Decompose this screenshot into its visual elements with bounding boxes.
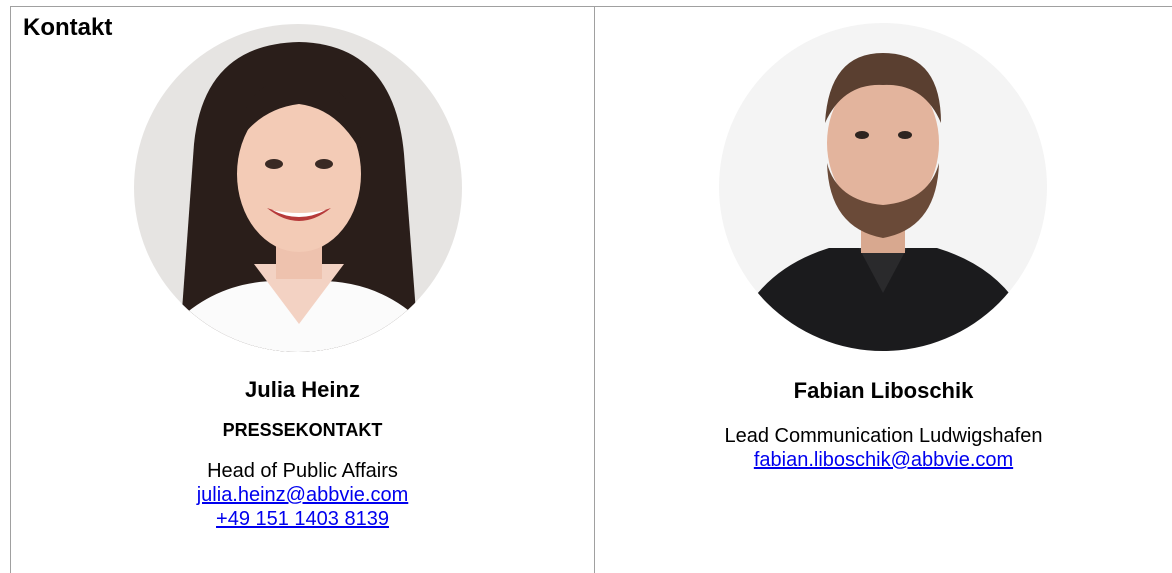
contact-name: Fabian Liboschik <box>793 378 974 403</box>
press-contact-label: PRESSEKONTAKT <box>222 420 383 440</box>
contact-title: Head of Public Affairs <box>207 460 398 482</box>
email-link[interactable]: julia.heinz@abbvie.com <box>197 483 409 507</box>
contact-table: Kontakt Julia Heinz PRESSEKONTAKT Head o… <box>0 0 1172 573</box>
contact-card-fabian: Fabian Liboschik Lead Communication Ludw… <box>595 6 1172 573</box>
portrait-woman-image <box>134 24 462 352</box>
contact-title: Lead Communication Ludwigshafen <box>724 425 1043 447</box>
contact-info-fabian: Fabian Liboschik Lead Communication Ludw… <box>595 378 1172 472</box>
email-link[interactable]: fabian.liboschik@abbvie.com <box>754 448 1013 472</box>
phone-link[interactable]: +49 151 1403 8139 <box>216 507 389 531</box>
contact-photo <box>719 23 1047 351</box>
contact-info-julia: Julia Heinz PRESSEKONTAKT Head of Public… <box>11 377 594 531</box>
contact-card-julia: Julia Heinz PRESSEKONTAKT Head of Public… <box>11 6 594 573</box>
contact-photo <box>134 24 462 352</box>
portrait-man-image <box>719 23 1047 351</box>
contact-name: Julia Heinz <box>245 377 360 402</box>
